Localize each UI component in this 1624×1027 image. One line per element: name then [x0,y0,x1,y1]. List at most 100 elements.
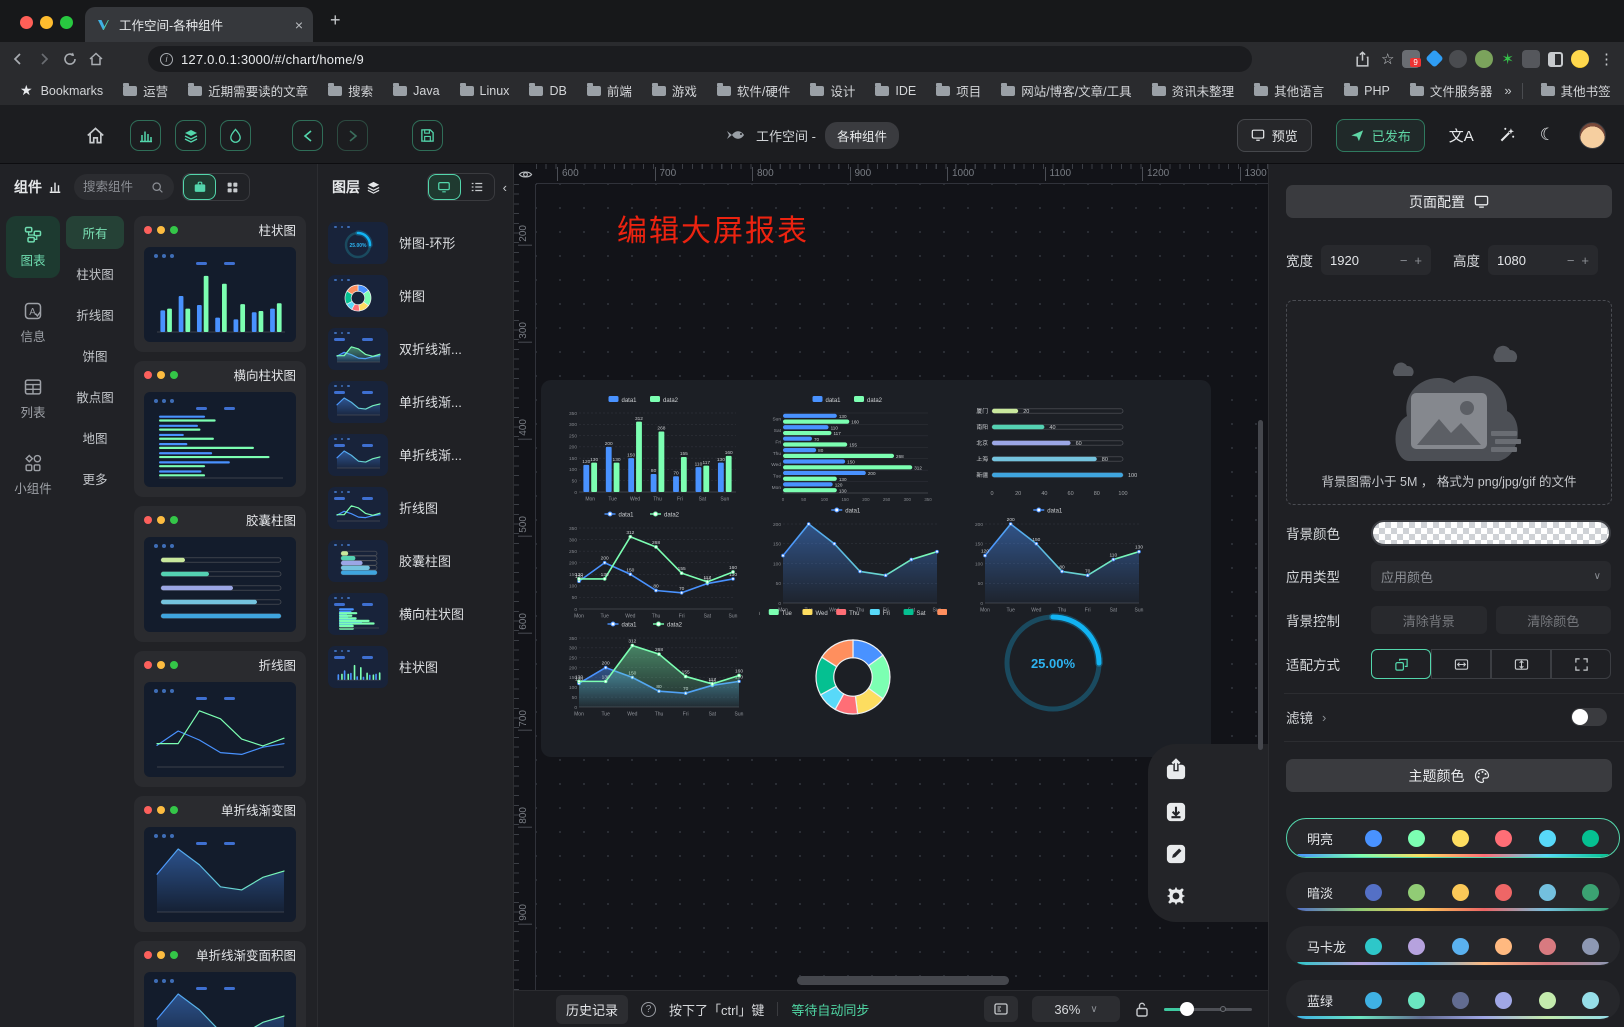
layer-item[interactable]: 单折线渐... [328,428,509,481]
tab-close-icon[interactable]: × [295,17,303,33]
lock-icon[interactable] [1134,1001,1150,1018]
sidebar-category[interactable]: 所有 [66,216,124,249]
dark-mode-moon-icon[interactable]: ☾ [1540,125,1555,145]
puzzle-extensions-icon[interactable] [1522,50,1540,68]
page-config-header[interactable]: 页面配置 [1286,185,1612,218]
component-card[interactable]: 单折线渐变面积图 [134,941,306,1027]
bookmark-folder[interactable]: 游戏 [644,78,705,103]
bookmark-folder[interactable]: 搜索 [320,78,381,103]
sidebar-category[interactable]: 地图 [66,421,124,454]
other-bookmarks[interactable]: 其他书签 [1533,78,1619,103]
bookmark-folder[interactable]: 项目 [928,78,989,103]
bookmark-folder[interactable]: 近期需要读的文章 [180,78,316,103]
ruler-visibility-toggle[interactable] [514,164,536,184]
chart-double-line[interactable]: 050100150200250300350data1data2120200150… [559,508,741,620]
profile-avatar[interactable] [1571,50,1589,68]
bg-color-picker[interactable] [1371,520,1611,546]
chart-pie-donut[interactable]: MonTueWedThuFriSatSun [759,606,947,734]
site-info-icon[interactable]: i [160,53,173,66]
bookmarks-overflow-icon[interactable]: » [1504,83,1511,98]
sidebar-category[interactable]: 饼图 [66,339,124,372]
height-decrement[interactable]: − [1567,253,1575,268]
clear-color-button[interactable]: 清除颜色 [1496,606,1612,634]
sidebar-category[interactable]: 柱状图 [66,257,124,290]
width-decrement[interactable]: − [1400,253,1408,268]
theme-color-header[interactable]: 主题颜色 [1286,759,1612,792]
sidebar-category[interactable]: 更多 [66,462,124,495]
layer-list-view-button[interactable] [461,174,494,200]
translate-icon[interactable]: 文A [1449,125,1474,146]
bookmark-folder[interactable]: Linux [452,81,518,101]
component-card[interactable]: 胶囊柱图 [134,506,306,642]
zoom-slider-knob[interactable] [1180,1002,1194,1016]
extension-kite-icon[interactable] [1426,49,1444,67]
chart-progress-ring[interactable]: 25.00% [967,598,1139,728]
zoom-level-select[interactable]: 36% ∨ [1032,996,1120,1022]
fit-scale-button[interactable] [1371,649,1431,679]
preview-button[interactable]: 预览 [1237,119,1312,152]
forward-icon[interactable] [36,51,62,67]
chart-double-line-area[interactable]: 050100150200250300350data1data2120200150… [559,618,747,718]
layout-panel-button[interactable] [984,996,1018,1022]
layer-item[interactable]: 25.00% 饼图-环形 [328,216,509,269]
chevron-right-icon[interactable]: › [1322,710,1326,725]
magic-wand-icon[interactable] [1498,126,1516,144]
fit-width-button[interactable] [1431,649,1491,679]
project-name-pill[interactable]: 各种组件 [825,122,899,149]
bookmark-folder[interactable]: 设计 [802,78,863,103]
bookmark-folder[interactable]: DB [521,81,574,101]
layer-item[interactable]: 折线图 [328,481,509,534]
help-icon[interactable]: ? [641,1002,656,1017]
layer-item[interactable]: 单折线渐... [328,375,509,428]
bookmark-folder[interactable]: 其他语言 [1246,78,1332,103]
layer-thumbnail-view-button[interactable] [428,174,461,200]
theme-row[interactable]: 暗淡 [1286,872,1620,912]
browser-tab[interactable]: 工作空间-各种组件 × [85,7,313,42]
chart-capsule[interactable]: 厦门20南阳40北京60上海80新疆100020406080100 [965,397,1153,499]
bookmark-folder[interactable]: 网站/博客/文章/工具 [993,78,1139,103]
maximize-window-button[interactable] [60,16,73,29]
back-icon[interactable] [10,51,36,67]
component-search[interactable] [74,174,174,200]
fit-stretch-button[interactable] [1551,649,1611,679]
collapse-panel-icon[interactable]: ‹ [503,180,507,195]
theme-row[interactable]: 马卡龙 [1286,926,1620,966]
clear-background-button[interactable]: 清除背景 [1371,606,1487,634]
tab-tables[interactable]: 列表 [6,368,60,430]
extension-star-icon[interactable]: ✶ [1501,50,1514,68]
layer-item[interactable]: 柱状图 [328,640,509,693]
minimize-window-button[interactable] [40,16,53,29]
bookmark-star-icon[interactable]: ☆ [1381,50,1394,68]
component-card[interactable]: 横向柱状图 [134,361,306,497]
bookmark-folder[interactable]: 软件/硬件 [709,78,798,103]
background-upload-dropzone[interactable]: 背景图需小于 5M ， 格式为 png/jpg/gif 的文件 [1286,300,1612,505]
layer-item[interactable]: 双折线渐... [328,322,509,375]
tab-widgets[interactable]: 小组件 [6,444,60,506]
bookmark-folder[interactable]: 资讯未整理 [1144,78,1243,103]
tab-charts[interactable]: 图表 [6,216,60,278]
height-increment[interactable]: + [1581,253,1589,268]
width-increment[interactable]: + [1414,253,1422,268]
filter-toggle-switch[interactable] [1571,708,1607,726]
reload-icon[interactable] [62,51,88,67]
extension-icon[interactable] [1449,50,1467,68]
history-button[interactable]: 历史记录 [556,995,628,1024]
address-bar[interactable]: i 127.0.0.1:3000/#/chart/home/9 [148,46,1252,72]
sidebar-category[interactable]: 折线图 [66,298,124,331]
theme-row[interactable]: 明亮 [1286,818,1620,858]
search-input[interactable] [83,180,147,194]
component-card[interactable]: 柱状图 [134,216,306,352]
tab-info[interactable]: A 信息 [6,292,60,354]
close-window-button[interactable] [20,16,33,29]
canvas-horizontal-scrollbar[interactable] [797,976,1009,985]
theme-row[interactable]: 蓝绿 [1286,980,1620,1020]
bookmark-folder[interactable]: 文件服务器 [1402,78,1501,103]
width-input[interactable]: 1920 − + [1321,245,1431,275]
menu-kebab-icon[interactable]: ⋮ [1599,50,1614,68]
sidebar-category[interactable]: 散点图 [66,380,124,413]
bookmark-folder[interactable]: PHP [1336,81,1398,101]
editor-canvas[interactable]: 6007008009001000110012001300 20030040050… [514,164,1268,990]
bookmarks-manager[interactable]: ★ Bookmarks [12,79,111,102]
layer-item[interactable]: 胶囊柱图 [328,534,509,587]
canvas-vertical-scrollbar[interactable] [1258,420,1263,750]
